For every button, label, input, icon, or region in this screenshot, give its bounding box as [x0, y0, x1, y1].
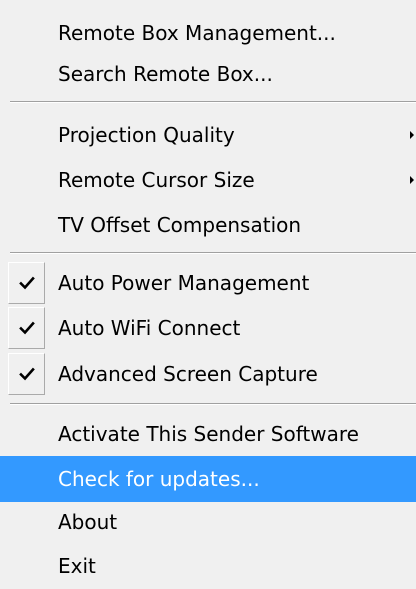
menu-item-label: About — [58, 510, 118, 534]
menu-item-auto-wifi-connect[interactable]: Auto WiFi Connect — [0, 305, 416, 351]
menu-item-remote-cursor-size[interactable]: Remote Cursor Size — [0, 157, 416, 203]
check-icon — [18, 276, 35, 290]
menu-item-label: Auto WiFi Connect — [58, 316, 241, 340]
menu-item-advanced-screen-capture[interactable]: Advanced Screen Capture — [0, 351, 416, 397]
menu-item-check-for-updates[interactable]: Check for updates... — [0, 456, 416, 502]
menu-item-label: TV Offset Compensation — [58, 213, 302, 237]
menu-item-label: Remote Cursor Size — [58, 168, 255, 192]
check-mark-box — [8, 262, 45, 304]
menu-item-projection-quality[interactable]: Projection Quality — [0, 112, 416, 158]
menu-item-tv-offset-compensation[interactable]: TV Offset Compensation — [0, 202, 416, 248]
menu-item-about[interactable]: About — [0, 499, 416, 545]
menu-item-label: Projection Quality — [58, 123, 235, 147]
menu-item-label: Advanced Screen Capture — [58, 362, 318, 386]
context-menu: Remote Box Management... Search Remote B… — [0, 0, 416, 581]
menu-item-auto-power-management[interactable]: Auto Power Management — [0, 260, 416, 306]
menu-item-label: Remote Box Management... — [58, 21, 336, 45]
check-icon — [18, 321, 35, 335]
menu-item-label: Exit — [58, 554, 96, 578]
check-mark-box — [8, 307, 45, 349]
menu-separator — [10, 252, 416, 254]
submenu-arrow-icon — [410, 176, 414, 184]
check-icon — [18, 367, 35, 381]
submenu-arrow-icon — [410, 131, 414, 139]
menu-item-exit[interactable]: Exit — [0, 543, 416, 589]
menu-item-search-remote-box[interactable]: Search Remote Box... — [0, 51, 416, 97]
menu-item-label: Activate This Sender Software — [58, 422, 359, 446]
menu-item-activate-sender-software[interactable]: Activate This Sender Software — [0, 411, 416, 457]
menu-item-label: Search Remote Box... — [58, 62, 273, 86]
menu-item-label: Auto Power Management — [58, 271, 310, 295]
menu-item-label: Check for updates... — [58, 467, 260, 491]
menu-separator — [10, 403, 416, 405]
menu-separator — [10, 101, 416, 103]
menu-item-remote-box-management[interactable]: Remote Box Management... — [0, 10, 416, 56]
check-mark-box — [8, 353, 45, 395]
